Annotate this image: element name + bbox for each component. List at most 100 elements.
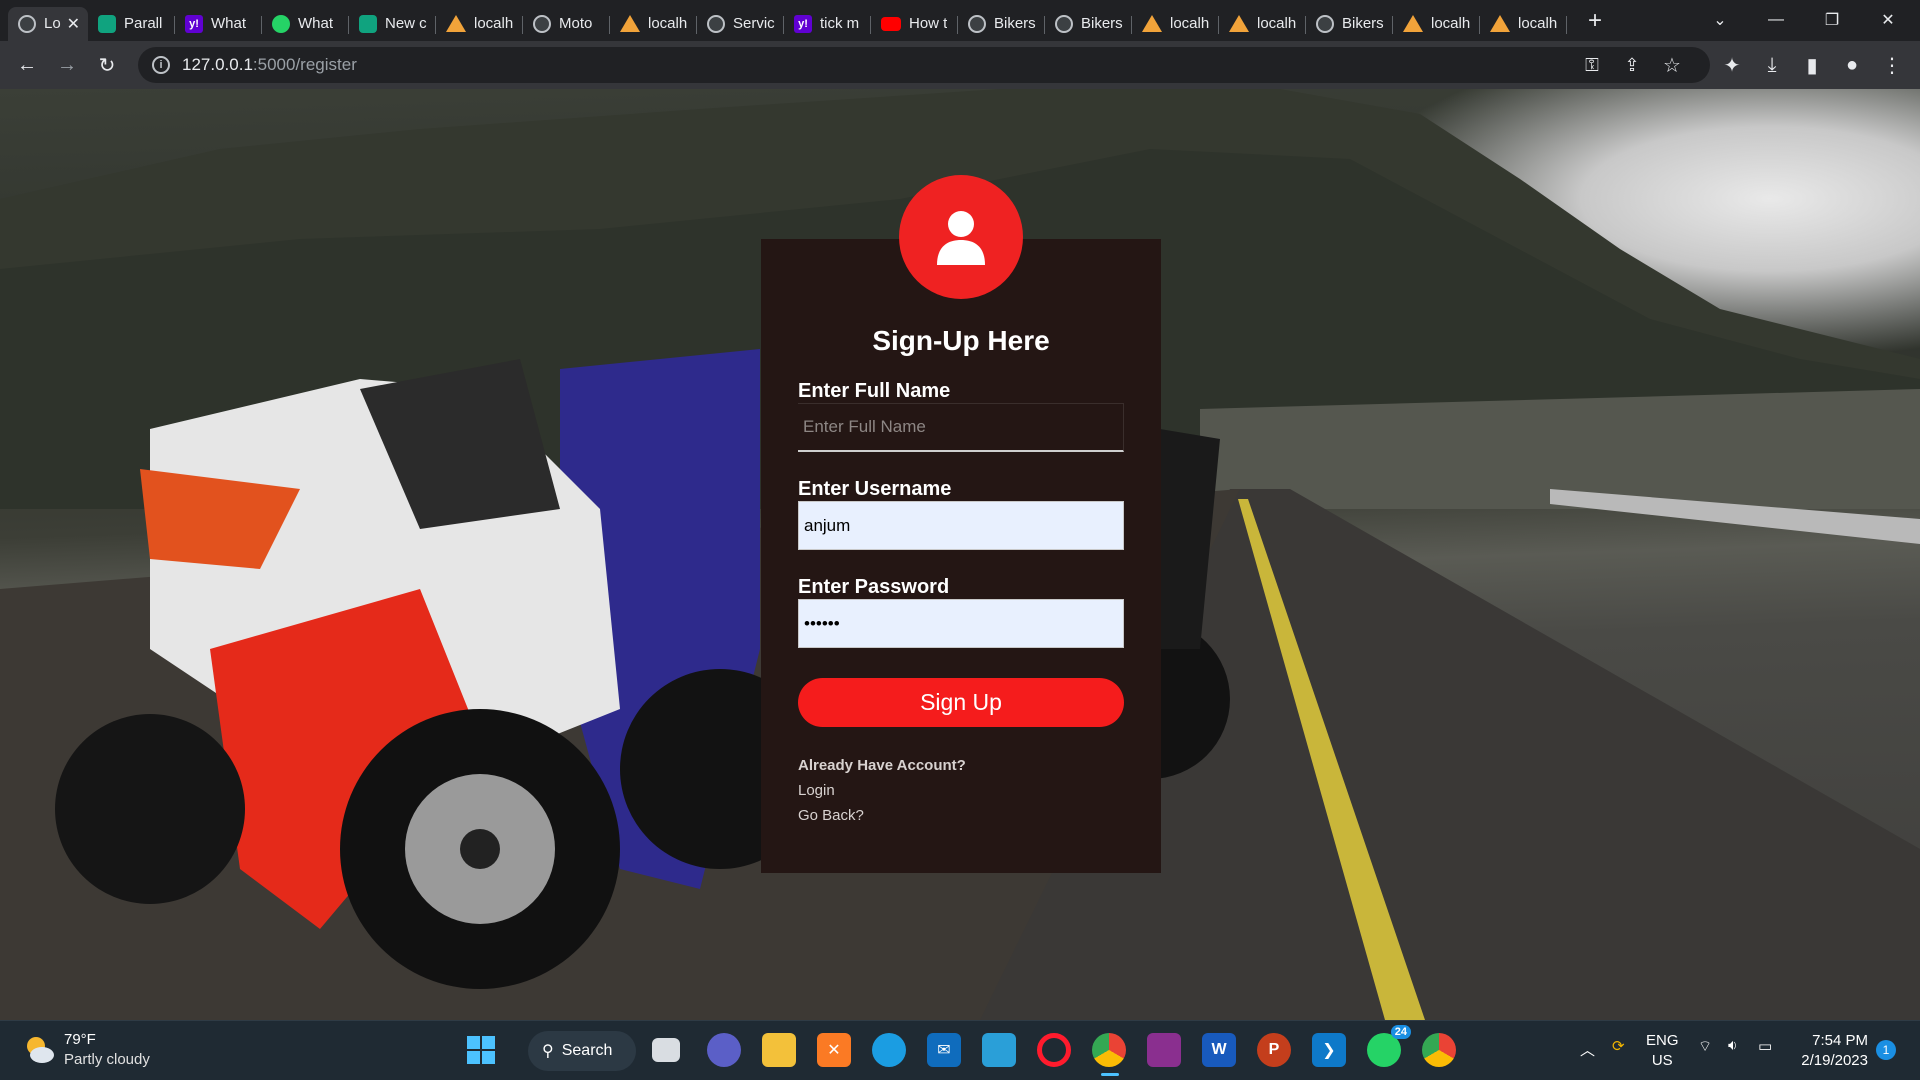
download-icon[interactable]: ⤓ [1752, 45, 1792, 85]
side-panel-icon[interactable]: ▮ [1792, 45, 1832, 85]
tab[interactable]: localh [1480, 7, 1567, 41]
chrome-icon[interactable] [1092, 1033, 1126, 1067]
tab[interactable]: Bikers [958, 7, 1045, 41]
notification-badge[interactable]: 1 [1876, 1040, 1896, 1060]
sync-icon[interactable]: ⟳ [1612, 1037, 1625, 1055]
username-input[interactable] [798, 501, 1124, 550]
tab[interactable]: New c [349, 7, 436, 41]
chatgpt-icon [98, 14, 116, 33]
weather-temperature[interactable]: 79°F [64, 1031, 96, 1048]
xampp-icon [1142, 15, 1162, 32]
winrar-icon[interactable] [1147, 1033, 1181, 1067]
tab[interactable]: localh [1132, 7, 1219, 41]
go-back-link[interactable]: Go Back? [798, 807, 864, 824]
running-indicator [1101, 1073, 1119, 1076]
globe-icon [1316, 14, 1334, 33]
forward-button[interactable]: → [47, 45, 87, 85]
minimize-button[interactable]: — [1748, 0, 1804, 40]
word-icon[interactable]: W [1202, 1033, 1236, 1067]
remote-desktop-icon[interactable] [982, 1033, 1016, 1067]
new-tab-button[interactable]: + [1575, 1, 1615, 41]
menu-kebab-icon[interactable]: ⋮ [1872, 45, 1912, 85]
reload-button[interactable]: ↻ [87, 45, 127, 85]
restore-button[interactable]: ❐ [1804, 0, 1860, 40]
windows-start-icon[interactable] [464, 1033, 498, 1067]
task-view-icon[interactable] [652, 1038, 680, 1062]
tab[interactable]: localh [1393, 7, 1480, 41]
vscode-icon[interactable]: ❯ [1312, 1033, 1346, 1067]
password-input[interactable] [798, 599, 1124, 648]
tab-label: Parall [124, 15, 163, 32]
chrome-profile-icon[interactable] [1422, 1033, 1456, 1067]
tab-label: What [298, 15, 334, 32]
share-icon[interactable]: ⇪ [1612, 45, 1652, 85]
tab[interactable]: Bikers [1045, 7, 1132, 41]
battery-icon[interactable]: ▭ [1758, 1037, 1772, 1055]
browser-tab-strip: Lo ✕ Parall y! What What New c localh Mot… [0, 0, 1920, 41]
signup-button[interactable]: Sign Up [798, 678, 1124, 727]
close-icon[interactable]: ✕ [67, 14, 80, 34]
globe-icon [18, 14, 36, 33]
tab[interactable]: localh [610, 7, 697, 41]
extensions-puzzle-icon[interactable]: ✦ [1712, 45, 1752, 85]
mail-icon[interactable]: ✉ [927, 1033, 961, 1067]
tab[interactable]: Servic [697, 7, 784, 41]
address-bar[interactable]: i 127.0.0.1:5000/register ⚿ ⇪ ☆ [138, 47, 1710, 83]
bookmark-star-icon[interactable]: ☆ [1652, 45, 1692, 85]
taskbar-search[interactable]: ⚲ Search [528, 1031, 636, 1071]
tab-label: tick m [820, 15, 860, 32]
xampp-icon[interactable]: ✕ [817, 1033, 851, 1067]
site-info-icon[interactable]: i [152, 56, 170, 74]
edge-icon[interactable] [872, 1033, 906, 1067]
clock-date: 2/19/2023 [1801, 1052, 1868, 1069]
tab-label: localh [1257, 15, 1297, 32]
opera-icon[interactable] [1037, 1033, 1071, 1067]
username-label: Enter Username [798, 478, 952, 500]
tab-active[interactable]: Lo ✕ [8, 6, 88, 41]
tab[interactable]: Moto [523, 7, 610, 41]
tab[interactable]: What [262, 7, 349, 41]
fullname-label: Enter Full Name [798, 380, 951, 402]
user-silhouette-icon [937, 211, 985, 265]
tab-label: localh [1170, 15, 1210, 32]
globe-icon [533, 14, 551, 33]
clock[interactable]: 7:54 PM 2/19/2023 [1796, 1031, 1868, 1071]
wifi-icon[interactable]: ⌔ [1698, 1037, 1712, 1056]
close-window-button[interactable]: ✕ [1860, 0, 1916, 40]
search-label: Search [561, 1042, 613, 1059]
yahoo-icon: y! [185, 14, 203, 33]
globe-icon [707, 14, 725, 33]
tab[interactable]: Parall [88, 7, 175, 41]
url-host: 127.0.0.1 [182, 55, 253, 74]
tab[interactable]: Bikers [1306, 7, 1393, 41]
file-explorer-icon[interactable] [762, 1033, 796, 1067]
tab[interactable]: y! What [175, 7, 262, 41]
tab-label: localh [648, 15, 688, 32]
language-indicator[interactable]: ENG US [1646, 1031, 1679, 1071]
volume-icon[interactable]: 🔉︎ [1728, 1037, 1737, 1054]
tab[interactable]: localh [436, 7, 523, 41]
profile-icon[interactable]: ● [1832, 45, 1872, 85]
tab[interactable]: How t [871, 7, 958, 41]
back-button[interactable]: ← [7, 45, 47, 85]
tab[interactable]: y! tick m [784, 7, 871, 41]
tab-label: localh [1431, 15, 1471, 32]
powerpoint-icon[interactable]: P [1257, 1033, 1291, 1067]
tab-search-chevron-icon[interactable]: ⌄ [1692, 0, 1748, 40]
xampp-icon [1403, 15, 1423, 32]
login-link[interactable]: Login [798, 782, 835, 799]
xampp-icon [620, 15, 640, 32]
password-key-icon[interactable]: ⚿ [1572, 45, 1612, 85]
clock-time: 7:54 PM [1812, 1032, 1868, 1049]
tab-label: Moto [559, 15, 593, 32]
teams-chat-icon[interactable] [707, 1033, 741, 1067]
weather-description[interactable]: Partly cloudy [64, 1051, 150, 1068]
show-hidden-icons-chevron[interactable]: ︿ [1580, 1039, 1595, 1060]
fullname-input[interactable] [798, 403, 1124, 452]
whatsapp-icon[interactable]: 24 [1367, 1025, 1411, 1067]
xampp-icon [446, 15, 466, 32]
chatgpt-icon [359, 14, 377, 33]
tab-label: Servic [733, 15, 775, 32]
tab[interactable]: localh [1219, 7, 1306, 41]
browser-toolbar: ← → ↻ i 127.0.0.1:5000/register ⚿ ⇪ ☆ ✦ … [0, 41, 1920, 89]
